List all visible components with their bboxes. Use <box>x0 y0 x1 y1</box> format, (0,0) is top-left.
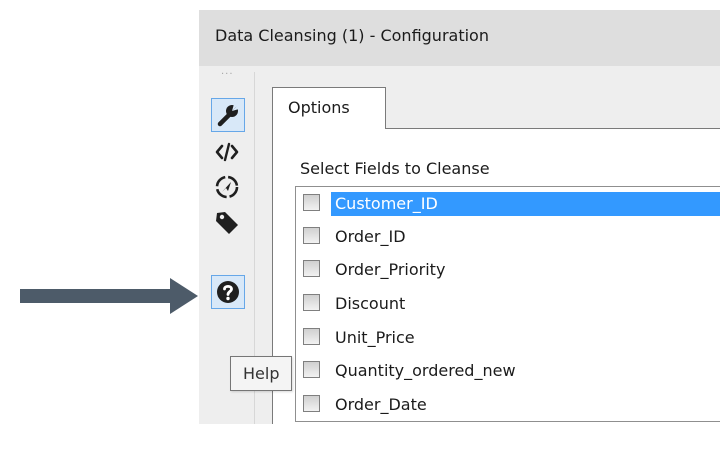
xml-view-tool-button[interactable] <box>209 134 245 170</box>
field-row-customer-id[interactable]: Customer_ID <box>301 188 720 218</box>
help-icon <box>217 281 239 303</box>
field-label-quantity-ordered-new: Quantity_ordered_new <box>335 361 516 380</box>
title-bar: Data Cleansing (1) - Configuration <box>199 10 720 66</box>
fields-label: Select Fields to Cleanse <box>300 159 490 178</box>
field-checkbox-quantity-ordered-new[interactable] <box>303 361 320 378</box>
field-label-order-id: Order_ID <box>335 227 406 246</box>
field-label-order-priority: Order_Priority <box>335 260 446 279</box>
tab-options[interactable]: Options <box>272 87 386 129</box>
help-tool-button[interactable] <box>211 275 245 309</box>
field-row-quantity-ordered-new[interactable]: Quantity_ordered_new <box>301 355 720 385</box>
field-label-order-date: Order_Date <box>335 395 427 414</box>
annotation-tool-button[interactable] <box>209 169 245 205</box>
help-tooltip: Help <box>230 356 293 391</box>
field-checkbox-unit-price[interactable] <box>303 328 320 345</box>
field-row-unit-price[interactable]: Unit_Price <box>301 322 720 352</box>
tab-options-label: Options <box>288 98 350 117</box>
field-checkbox-customer-id[interactable] <box>303 194 320 211</box>
field-checkbox-discount[interactable] <box>303 294 320 311</box>
configuration-tool-button[interactable] <box>211 98 245 132</box>
field-row-discount[interactable]: Discount <box>301 288 720 318</box>
field-label-customer-id: Customer_ID <box>331 192 720 216</box>
field-label-discount: Discount <box>335 294 406 313</box>
field-checkbox-order-priority[interactable] <box>303 260 320 277</box>
pointer-arrow <box>20 278 198 314</box>
field-row-order-priority[interactable]: Order_Priority <box>301 254 720 284</box>
window-title: Data Cleansing (1) - Configuration <box>215 26 489 45</box>
field-label-unit-price: Unit_Price <box>335 328 415 347</box>
toolbar-grip[interactable]: ··· <box>221 70 234 80</box>
code-icon <box>215 142 239 162</box>
compass-icon <box>215 175 239 199</box>
metadata-tool-button[interactable] <box>209 204 245 240</box>
fields-listbox[interactable]: Customer_ID Order_ID Order_Priority Disc… <box>295 186 720 422</box>
field-row-order-id[interactable]: Order_ID <box>301 221 720 251</box>
tag-icon <box>216 212 238 234</box>
field-checkbox-order-date[interactable] <box>303 395 320 412</box>
field-row-order-date[interactable]: Order_Date <box>301 389 720 419</box>
field-checkbox-order-id[interactable] <box>303 227 320 244</box>
configuration-content: Options Select Fields to Cleanse Custome… <box>272 73 720 424</box>
wrench-icon <box>217 104 239 127</box>
